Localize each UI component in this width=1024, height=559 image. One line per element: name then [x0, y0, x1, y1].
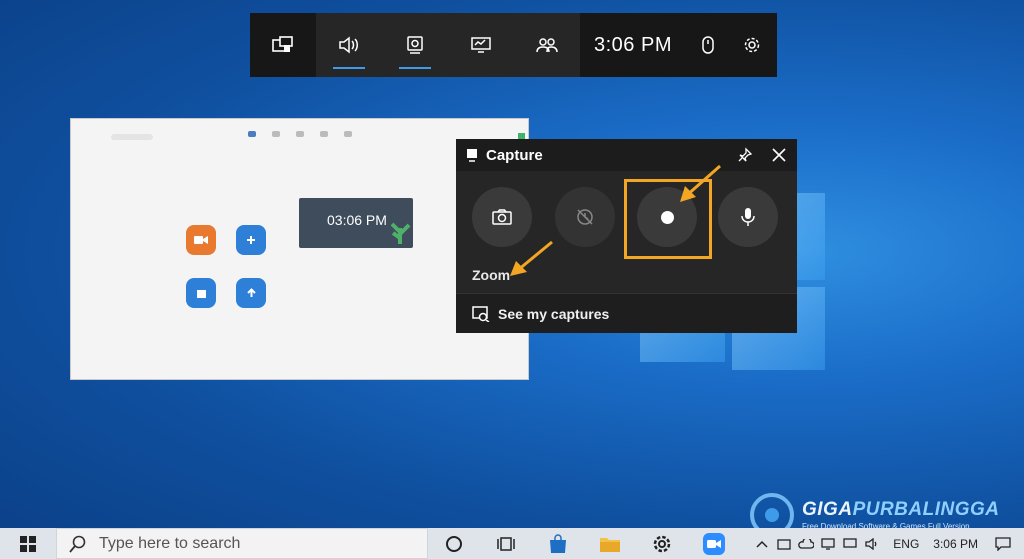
system-tray: ENG 3:06 PM — [751, 528, 1024, 559]
store-icon — [550, 533, 566, 553]
plus-icon — [247, 236, 255, 244]
zoom-app-button[interactable] — [688, 528, 740, 559]
see-my-captures-link[interactable]: See my captures — [456, 293, 797, 333]
settings-button[interactable] — [730, 36, 774, 54]
zoom-tab-apps[interactable] — [337, 131, 359, 139]
watermark-title: GIGAPURBALINGGA — [802, 499, 1000, 520]
capture-target-app: Zoom — [472, 267, 511, 283]
gear-icon — [653, 535, 671, 552]
performance-button[interactable] — [448, 13, 514, 77]
record-history-icon — [577, 209, 593, 225]
microphone-icon — [741, 208, 755, 226]
camera-tray-button[interactable] — [773, 538, 795, 550]
audio-icon — [339, 36, 358, 54]
taskbar-clock[interactable]: 3:06 PM — [933, 537, 978, 551]
capture-icon — [407, 36, 423, 54]
zoom-tab-contacts[interactable] — [313, 131, 335, 139]
taskbar: Type here to search ENG 3:06 PM — [0, 528, 1024, 559]
capture-icon — [467, 149, 477, 162]
capture-widget: Capture Zoom See my captures — [456, 139, 797, 333]
action-center-button[interactable] — [992, 536, 1014, 551]
microphone-button[interactable] — [718, 187, 778, 247]
record-button-highlight — [624, 179, 712, 259]
gallery-icon — [472, 305, 490, 322]
chevron-up-icon — [756, 540, 768, 548]
widget-menu-button[interactable] — [250, 13, 316, 77]
calendar-icon — [196, 289, 206, 298]
zoom-clock-card: 03:06 PM — [299, 198, 413, 248]
social-button[interactable] — [514, 13, 580, 77]
zoom-tab-meetings[interactable] — [289, 131, 311, 139]
pin-icon[interactable] — [737, 147, 753, 163]
zoom-search-box[interactable] — [111, 134, 153, 140]
network-tray-button[interactable] — [839, 537, 861, 550]
camera-icon — [492, 209, 512, 225]
performance-icon — [471, 37, 491, 53]
game-bar: 3:06 PM — [250, 13, 777, 77]
zoom-tab-chat[interactable] — [265, 131, 287, 139]
file-explorer-button[interactable] — [584, 528, 636, 559]
zoom-clock-time: 03:06 PM — [327, 212, 387, 228]
widget-menu-icon — [272, 36, 293, 52]
capture-title: Capture — [486, 146, 543, 164]
plant-illustration — [390, 222, 411, 244]
cortana-circle-icon — [446, 535, 462, 552]
taskbar-clock-time: 3:06 PM — [933, 536, 978, 551]
record-last-30s-button[interactable] — [555, 187, 615, 247]
network-icon — [843, 537, 857, 548]
cloud-icon — [798, 538, 815, 549]
zoom-title-bar — [71, 119, 528, 129]
monitor-icon — [821, 537, 835, 550]
gear-icon — [744, 37, 760, 53]
join-button[interactable] — [236, 225, 266, 255]
taskbar-search-box[interactable]: Type here to search — [56, 528, 428, 559]
video-camera-icon — [194, 236, 208, 244]
camera-icon — [777, 538, 791, 550]
task-view-icon — [497, 536, 515, 551]
screenshot-button[interactable] — [472, 187, 532, 247]
zoom-tab-home[interactable] — [241, 131, 263, 139]
volume-icon — [865, 537, 877, 550]
volume-tray-button[interactable] — [861, 537, 883, 550]
language-indicator[interactable]: ENG — [893, 537, 919, 551]
zoom-app-icon — [703, 532, 725, 555]
capture-button[interactable] — [382, 13, 448, 77]
settings-app-button[interactable] — [636, 528, 688, 559]
share-arrow-icon — [246, 287, 256, 297]
capture-header: Capture — [456, 139, 797, 171]
mouse-button[interactable] — [686, 36, 730, 54]
social-icon — [536, 38, 558, 53]
store-app-button[interactable] — [532, 528, 584, 559]
search-placeholder: Type here to search — [99, 534, 241, 552]
onedrive-tray-button[interactable] — [795, 538, 817, 549]
mouse-icon — [702, 36, 714, 54]
share-screen-button[interactable] — [236, 278, 266, 308]
display-tray-button[interactable] — [817, 537, 839, 550]
audio-button[interactable] — [316, 13, 382, 77]
schedule-button[interactable] — [186, 278, 216, 308]
search-icon — [69, 535, 86, 553]
close-icon[interactable] — [771, 147, 787, 163]
start-button[interactable] — [0, 528, 56, 559]
notification-icon — [995, 536, 1011, 551]
task-view-button[interactable] — [480, 528, 532, 559]
cortana-button[interactable] — [428, 528, 480, 559]
see-my-captures-label: See my captures — [498, 305, 610, 322]
game-bar-clock: 3:06 PM — [594, 33, 672, 56]
new-meeting-button[interactable] — [186, 225, 216, 255]
folder-icon — [600, 537, 620, 552]
show-hidden-icons-button[interactable] — [751, 540, 773, 548]
windows-icon — [20, 535, 36, 552]
